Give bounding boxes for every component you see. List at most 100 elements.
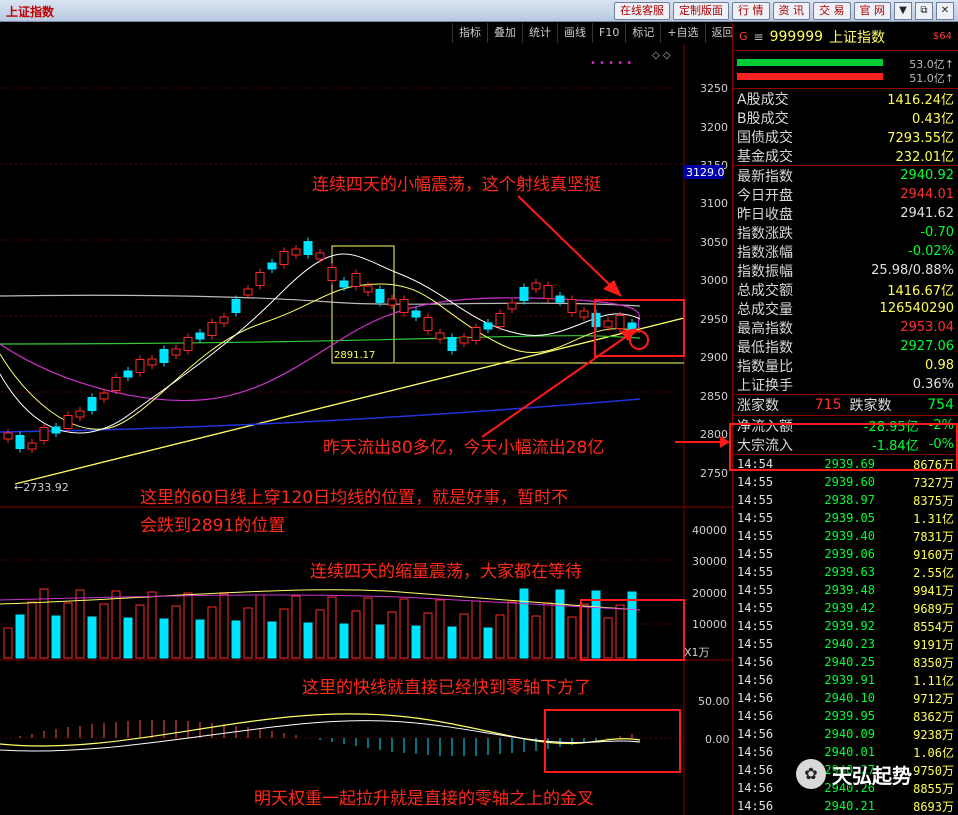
- candle: [243, 288, 253, 296]
- quote-row: 指数量比 0.98: [733, 356, 958, 375]
- candle: [543, 285, 553, 299]
- quote-row: 国债成交 7293.55亿: [733, 127, 958, 147]
- volume-bar: [183, 592, 193, 659]
- quote-label: A股成交: [737, 91, 789, 108]
- quote-row: 指数振幅 25.98/0.88%: [733, 261, 958, 280]
- tick-price: 2939.92: [824, 619, 875, 633]
- kline-chart[interactable]: 3250 3200 3150 3100 3050 3000 2950 2900 …: [0, 44, 732, 815]
- macd-tick: 0.00: [705, 733, 730, 746]
- volume-bar: [423, 612, 433, 659]
- svg-text:◇ ◇: ◇ ◇: [652, 50, 671, 61]
- quote-row: B股成交 0.43亿: [733, 108, 958, 128]
- turnover-rows: A股成交 1416.24亿 B股成交 0.43亿 国债成交 7293.55亿 基金成交 232…: [733, 89, 958, 166]
- volume-bar: [627, 591, 637, 659]
- volume-bar: [255, 594, 265, 659]
- menu-custom-layout[interactable]: 定制版面: [673, 2, 729, 20]
- quote-row: 基金成交 232.01亿: [733, 146, 958, 166]
- candle: [171, 348, 181, 356]
- tick-time: 14:56: [737, 673, 774, 687]
- tick-volume: 8375万: [913, 493, 954, 508]
- volume-bar: [543, 602, 553, 659]
- stock-tag: $64: [932, 31, 952, 42]
- menu-trade[interactable]: 交 易: [813, 2, 851, 20]
- tool-add-watchlist[interactable]: +自选: [660, 23, 704, 43]
- tick-volume: 9750万: [913, 763, 954, 778]
- volume-bar: [231, 620, 241, 659]
- stock-name: 上证指数: [829, 29, 886, 46]
- candle: [255, 272, 265, 286]
- tick-row: 14:55 2940.23 9191万: [733, 635, 958, 653]
- buy-sell-bars: 53.0亿↑ 51.0亿↑: [733, 51, 958, 89]
- menu-news[interactable]: 资 讯: [772, 2, 810, 20]
- candle: [123, 370, 133, 378]
- tool-statistics[interactable]: 统计: [522, 23, 557, 43]
- tick-time: 14:55: [737, 601, 774, 615]
- volume-bar: [363, 597, 373, 659]
- candle: [495, 313, 505, 327]
- price-highlight: 3129.0: [686, 166, 725, 179]
- tick-volume: 9712万: [913, 691, 954, 706]
- volume-bar: [411, 625, 421, 659]
- index-rows: 最新指数 2940.92 今日开盘 2944.01 昨日收盘 2941.62 指数涨跌 -0.…: [733, 166, 958, 395]
- quote-value: 7293.55亿: [887, 131, 954, 146]
- candle: [27, 442, 37, 450]
- candle: [15, 435, 25, 449]
- candle: [447, 337, 457, 351]
- tool-f10[interactable]: F10: [592, 23, 625, 43]
- candle: [519, 287, 529, 301]
- candle: [159, 349, 169, 363]
- annotation-ma-cross-1: 这里的60日线上穿120日均线的位置，就是好事，暂时不: [140, 488, 569, 508]
- annotation-outflow: 昨天流出80多亿，今天小幅流出28亿: [323, 438, 605, 458]
- menu-official-site[interactable]: 官 网: [853, 2, 891, 20]
- stock-header: G ≡ 999999 上证指数 $64: [733, 23, 958, 51]
- tool-mark[interactable]: 标记: [625, 23, 660, 43]
- tool-overlay[interactable]: 叠加: [487, 23, 522, 43]
- tick-volume: 8554万: [913, 619, 954, 634]
- volume-bar: [159, 618, 169, 659]
- quote-label: 总成交额: [737, 282, 793, 299]
- close-icon[interactable]: ✕: [936, 2, 954, 20]
- volume-bar: [519, 588, 529, 659]
- menu-icon[interactable]: ≡: [754, 30, 764, 44]
- tick-time: 14:55: [737, 511, 774, 525]
- up-value: 715: [814, 397, 842, 413]
- tick-price: 2939.91: [824, 673, 875, 687]
- quote-label: 国债成交: [737, 129, 793, 146]
- price-tick: 2750: [700, 467, 728, 480]
- candle: [411, 310, 421, 318]
- volume-tick: 10000: [692, 618, 727, 631]
- volume-bar: [195, 619, 205, 659]
- volume-bar: [135, 604, 145, 659]
- tool-draw-line[interactable]: 画线: [557, 23, 592, 43]
- tick-volume: 9191万: [913, 637, 954, 652]
- volume-bar: [147, 591, 157, 659]
- group-letter: G: [739, 30, 748, 43]
- tick-time: 14:55: [737, 565, 774, 579]
- tick-row: 14:56 2940.09 9238万: [733, 725, 958, 743]
- menu-online-service[interactable]: 在线客服: [614, 2, 670, 20]
- volume-bar: [591, 590, 601, 659]
- tool-indicator[interactable]: 指标: [452, 23, 487, 43]
- tick-row: 14:55 2939.42 9689万: [733, 599, 958, 617]
- quote-value: 0.36%: [912, 377, 954, 392]
- tick-time: 14:55: [737, 547, 774, 561]
- volume-bar: [447, 626, 457, 659]
- restore-icon[interactable]: ⧉: [915, 2, 933, 20]
- quote-value: 2953.04: [900, 320, 954, 335]
- volume-bar: [303, 622, 313, 659]
- volume-bar: [495, 614, 505, 659]
- quote-value: 2940.92: [900, 168, 954, 183]
- tick-price: 2940.25: [824, 655, 875, 669]
- tick-row: 14:55 2939.05 1.31亿: [733, 509, 958, 527]
- candle: [351, 273, 361, 287]
- quote-label: 总成交量: [737, 301, 793, 318]
- quote-label: 最新指数: [737, 168, 793, 185]
- menu-quotes[interactable]: 行 情: [732, 2, 770, 20]
- candle: [387, 298, 397, 306]
- minimize-icon[interactable]: ▼: [894, 2, 912, 20]
- candle: [51, 426, 61, 434]
- volume-bar: [123, 617, 133, 659]
- tick-volume: 9160万: [913, 547, 954, 562]
- quote-label: 指数涨幅: [737, 244, 793, 261]
- tick-volume: 9941万: [913, 583, 954, 598]
